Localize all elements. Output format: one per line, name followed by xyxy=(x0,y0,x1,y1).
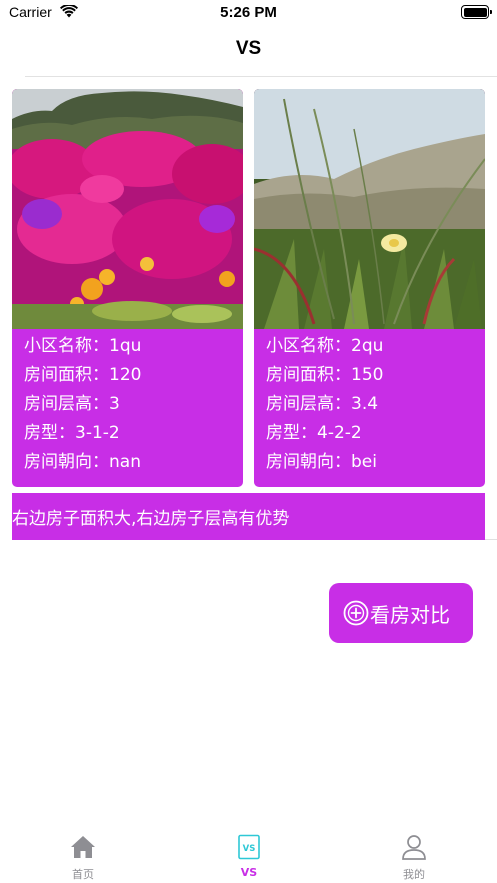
status-bar: Carrier 5:26 PM xyxy=(0,0,497,26)
person-icon xyxy=(402,835,426,860)
tab-home[interactable]: 首页 xyxy=(0,826,166,883)
tab-mine-label: 我的 xyxy=(403,868,425,881)
nav-divider xyxy=(25,76,497,77)
tab-bar: 首页 VS VS 我的 xyxy=(0,826,497,883)
info-value: 120 xyxy=(109,365,142,385)
plus-circle-icon xyxy=(343,600,369,626)
tab-vs[interactable]: VS VS xyxy=(166,826,332,883)
info-label: 房型： xyxy=(266,423,317,443)
flower-photo xyxy=(12,89,243,329)
info-row-type: 房型：4-2-2 xyxy=(266,419,479,448)
info-value: 3-1-2 xyxy=(75,423,120,443)
compare-button-label: 看房对比 xyxy=(370,603,450,627)
info-label: 房间面积： xyxy=(266,365,351,385)
tab-mine[interactable]: 我的 xyxy=(331,826,497,883)
info-value: 3 xyxy=(109,394,120,414)
info-label: 小区名称： xyxy=(24,336,109,356)
info-value: 3.4 xyxy=(351,394,379,414)
info-value: nan xyxy=(109,452,141,472)
vs-icon: VS xyxy=(238,834,260,860)
info-row-orientation: 房间朝向：nan xyxy=(24,448,237,477)
info-value: 4-2-2 xyxy=(317,423,362,443)
info-label: 房间面积： xyxy=(24,365,109,385)
info-row-area: 房间面积：120 xyxy=(24,361,237,390)
clock: 5:26 PM xyxy=(220,4,277,21)
info-row-type: 房型：3-1-2 xyxy=(24,419,237,448)
house-card-right[interactable]: 小区名称：2qu 房间面积：150 房间层高：3.4 房型：4-2-2 房间朝向… xyxy=(254,89,485,487)
compare-button[interactable]: 看房对比 xyxy=(329,583,473,643)
home-icon xyxy=(71,836,95,858)
svg-text:VS: VS xyxy=(243,844,256,854)
divider xyxy=(485,539,497,540)
house-info: 小区名称：2qu 房间面积：150 房间层高：3.4 房型：4-2-2 房间朝向… xyxy=(266,332,479,477)
info-label: 房间朝向： xyxy=(24,452,109,472)
page-title: VS xyxy=(235,38,262,59)
info-row-height: 房间层高：3 xyxy=(24,390,237,419)
comparison-result-text: 右边房子面积大,右边房子层高有优势 xyxy=(12,509,290,529)
info-label: 房间层高： xyxy=(266,394,351,414)
battery-icon xyxy=(461,5,492,19)
info-label: 小区名称： xyxy=(266,336,351,356)
house-card-left[interactable]: 小区名称：1qu 房间面积：120 房间层高：3 房型：3-1-2 房间朝向：n… xyxy=(12,89,243,487)
tab-home-label: 首页 xyxy=(72,868,94,881)
info-label: 房间层高： xyxy=(24,394,109,414)
info-value: 1qu xyxy=(109,336,142,356)
tab-vs-label: VS xyxy=(240,866,258,879)
info-label: 房型： xyxy=(24,423,75,443)
comparison-result: 右边房子面积大,右边房子层高有优势 xyxy=(12,493,485,540)
info-row-name: 小区名称：1qu xyxy=(24,332,237,361)
info-row-area: 房间面积：150 xyxy=(266,361,479,390)
info-row-height: 房间层高：3.4 xyxy=(266,390,479,419)
house-info: 小区名称：1qu 房间面积：120 房间层高：3 房型：3-1-2 房间朝向：n… xyxy=(24,332,237,477)
info-value: 2qu xyxy=(351,336,384,356)
info-label: 房间朝向： xyxy=(266,452,351,472)
info-value: 150 xyxy=(351,365,384,385)
info-value: bei xyxy=(351,452,377,472)
info-row-orientation: 房间朝向：bei xyxy=(266,448,479,477)
grass-photo xyxy=(254,89,485,329)
info-row-name: 小区名称：2qu xyxy=(266,332,479,361)
